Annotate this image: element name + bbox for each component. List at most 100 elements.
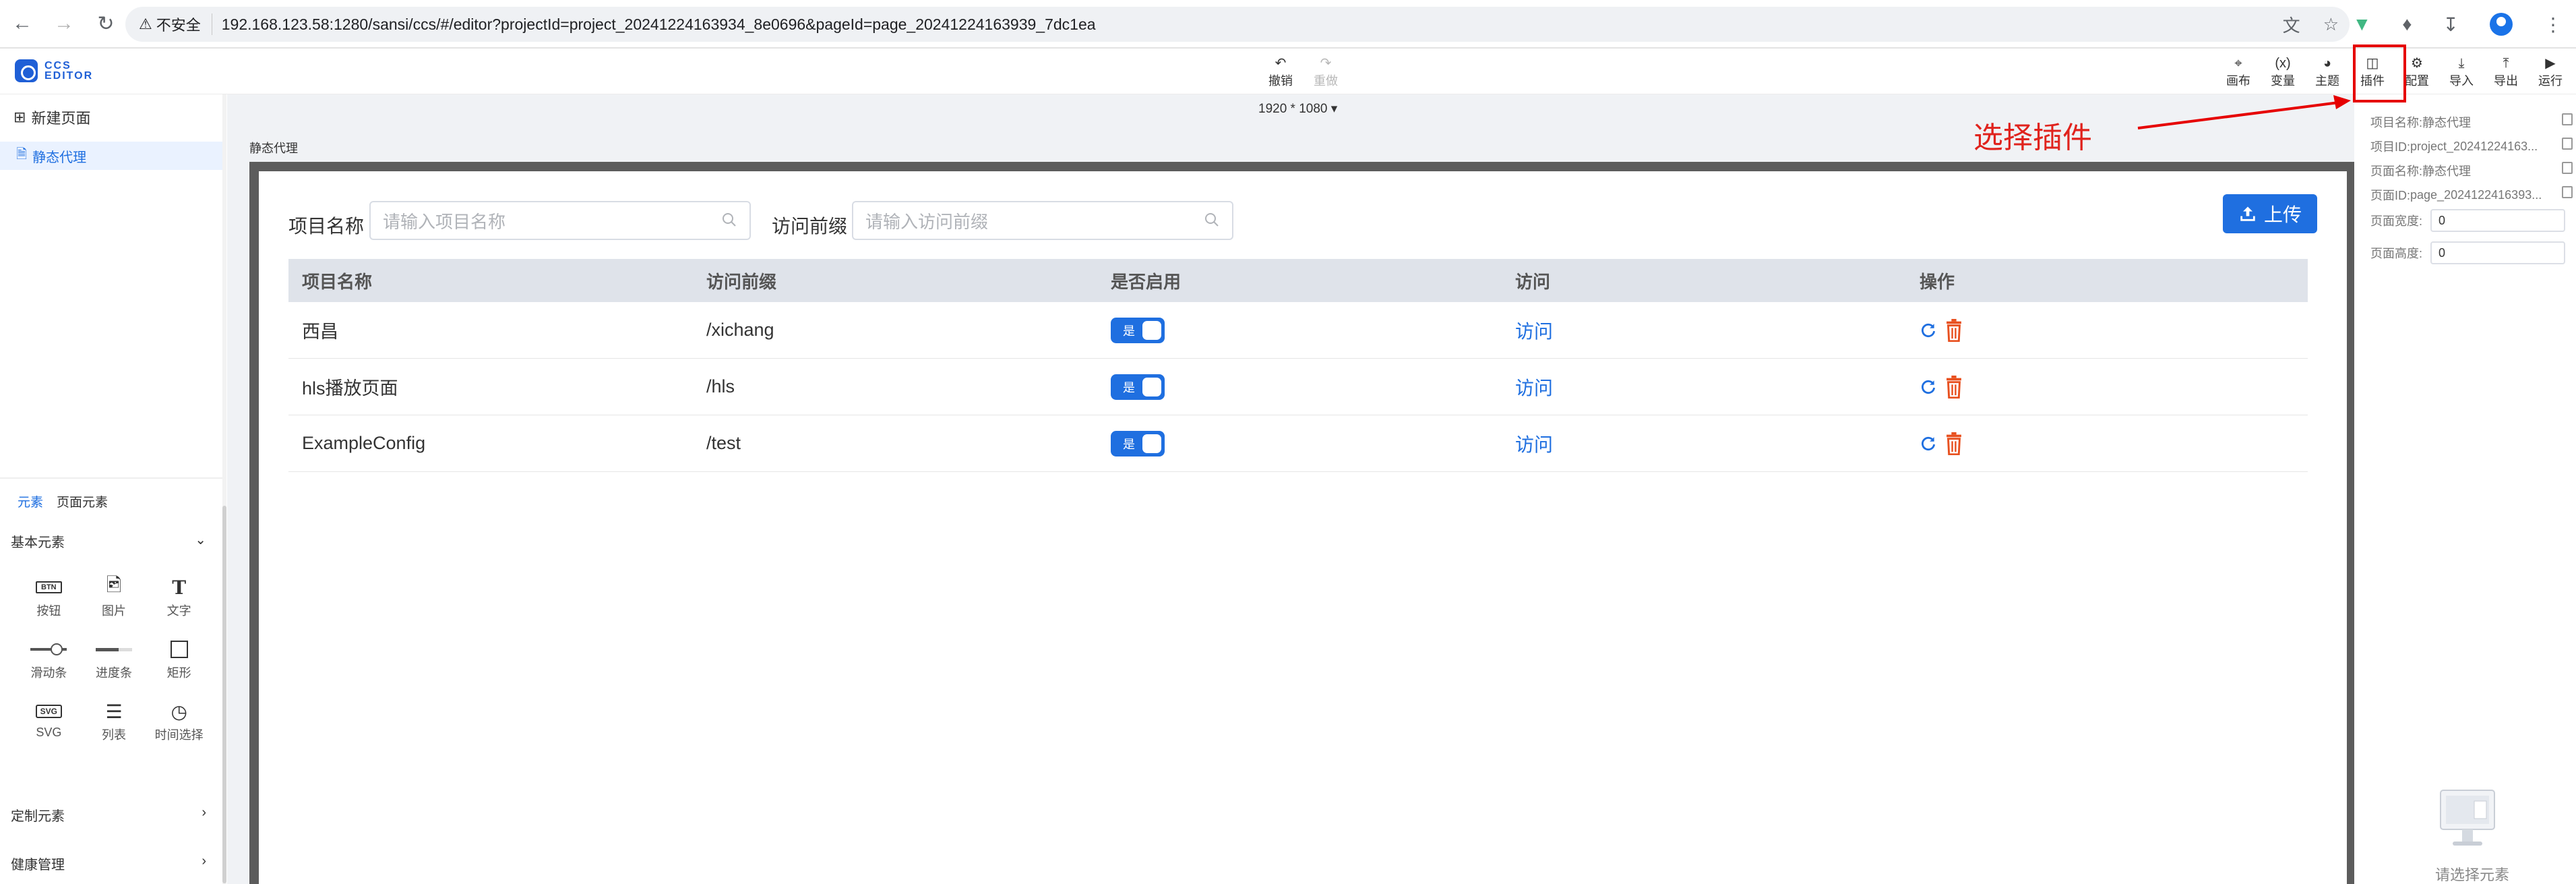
project-name-search-input[interactable]: 请输入项目名称 — [369, 201, 751, 240]
enabled-toggle[interactable]: 是 — [1111, 374, 1165, 400]
element-tabs: 元素 页面元素 — [18, 492, 108, 510]
cell-project-name: ExampleConfig — [302, 433, 426, 453]
caret-down-icon: ▾ — [1330, 102, 1338, 116]
copy-icon[interactable] — [2562, 138, 2573, 150]
run-button[interactable]: ▶ 运行 — [2530, 55, 2571, 89]
element-slider[interactable]: 滑动条 — [16, 638, 82, 681]
upload-label: 上传 — [2263, 204, 2302, 225]
element-button[interactable]: BTN 按钮 — [16, 576, 82, 619]
plugin-highlight-box — [2353, 45, 2406, 102]
group-health-management[interactable]: 健康管理 › — [11, 854, 206, 873]
group-basic-label: 基本元素 — [11, 535, 65, 550]
project-name-placeholder: 请输入项目名称 — [383, 211, 506, 232]
image-icon: 🖻 — [106, 574, 122, 595]
bookmark-star-icon[interactable]: ☆ — [2323, 14, 2339, 35]
forward-icon[interactable]: → — [44, 4, 84, 43]
page-width-input[interactable]: 0 — [2430, 209, 2566, 232]
new-page-label: 新建页面 — [31, 110, 91, 127]
annotation-text: 选择插件 — [1973, 121, 2092, 154]
export-button[interactable]: ⤒ 导出 — [2486, 55, 2526, 89]
visit-link[interactable]: 访问 — [1515, 430, 1553, 457]
canvas-button[interactable]: ⌖ 画布 — [2218, 55, 2259, 89]
enabled-toggle[interactable]: 是 — [1111, 317, 1165, 343]
prop-project-name: 项目名称: 静态代理 — [2370, 113, 2573, 131]
prop-value: 静态代理 — [2422, 165, 2472, 178]
resolution-select[interactable]: 1920 * 1080 ▾ — [1258, 101, 1337, 117]
back-icon[interactable]: ← — [3, 4, 42, 43]
translate-icon[interactable]: 文 — [2283, 12, 2300, 37]
page-item-static-proxy[interactable]: 🗎 静态代理 — [0, 142, 226, 170]
tab-elements[interactable]: 元素 — [18, 492, 43, 510]
prefix-search-input[interactable]: 请输入访问前缀 — [852, 201, 1233, 240]
visit-link[interactable]: 访问 — [1515, 374, 1553, 401]
element-rectangle[interactable]: 矩形 — [146, 638, 212, 681]
scrollbar-thumb[interactable] — [222, 506, 226, 883]
canvas-area: 1920 * 1080 ▾ 静态代理 项目名称 请输入项目名称 访问前缀 请输入… — [227, 94, 2356, 884]
undo-button[interactable]: ↶ 撤销 — [1260, 55, 1301, 89]
header-project-name: 项目名称 — [302, 271, 373, 292]
upload-button[interactable]: 上传 — [2223, 194, 2317, 233]
crop-icon: ⌖ — [2234, 56, 2242, 71]
divider — [0, 477, 226, 479]
prop-value: project_20241224163... — [2410, 139, 2538, 153]
svg-icon: SVG — [35, 705, 62, 718]
redo-button[interactable]: ↷ 重做 — [1306, 55, 1346, 89]
reload-icon[interactable]: ↻ — [86, 4, 125, 43]
browser-menu-icon[interactable]: ⋮ — [2544, 13, 2563, 36]
element-progress[interactable]: 进度条 — [82, 638, 147, 681]
plus-square-icon: ⊞ — [13, 109, 26, 125]
copy-icon[interactable] — [2562, 113, 2573, 125]
visit-link[interactable]: 访问 — [1515, 317, 1553, 344]
prop-label: 页面ID: — [2370, 189, 2411, 202]
table-row: ExampleConfig /test 是 访问 — [288, 415, 2308, 472]
refresh-icon[interactable] — [1920, 378, 1937, 396]
prop-page-height: 页面高度: 0 — [2370, 241, 2566, 264]
element-image[interactable]: 🖻 图片 — [82, 574, 147, 619]
security-indicator[interactable]: ⚠ 不安全 — [139, 13, 212, 35]
variables-button[interactable]: (x) 变量 — [2263, 55, 2303, 89]
prop-label: 项目名称: — [2370, 116, 2423, 129]
slider-icon — [30, 643, 67, 655]
element-list[interactable]: ☰ 列表 — [82, 700, 147, 743]
address-bar[interactable]: ⚠ 不安全 192.168.123.58:1280/sansi/ccs/#/ed… — [125, 7, 2350, 42]
group-custom-label: 定制元素 — [11, 809, 65, 824]
element-time-picker[interactable]: ◷ 时间选择 — [146, 700, 212, 743]
refresh-icon[interactable] — [1920, 435, 1937, 452]
downloads-icon[interactable]: ↧ — [2443, 13, 2459, 36]
group-basic-elements[interactable]: 基本元素 ⌄ — [11, 531, 206, 551]
export-icon: ⤒ — [2503, 56, 2509, 71]
page-height-input[interactable]: 0 — [2430, 241, 2566, 264]
tab-page-elements[interactable]: 页面元素 — [57, 492, 108, 510]
left-sidebar: ⊞ 新建页面 🗎 静态代理 元素 页面元素 基本元素 ⌄ BTN 按钮 🖻 图片 — [0, 94, 226, 884]
vue-extension-icon[interactable]: ▼ — [2353, 13, 2372, 35]
page-caption: 静态代理 — [249, 142, 298, 155]
editor-header: CCS EDITOR ↶ 撤销 ↷ 重做 ⌖ 画布 (x) 变量 ◕ 主题 ◫ … — [0, 49, 2576, 94]
table-row: hls播放页面 /hls 是 访问 — [288, 359, 2308, 415]
url-text[interactable]: 192.168.123.58:1280/sansi/ccs/#/editor?p… — [222, 16, 1096, 34]
element-svg[interactable]: SVG SVG — [16, 700, 82, 743]
logo-line2: EDITOR — [44, 70, 94, 82]
import-button[interactable]: ⤓ 导入 — [2441, 55, 2482, 89]
copy-icon[interactable] — [2562, 186, 2573, 198]
button-icon: BTN — [36, 581, 62, 593]
extensions-icon[interactable]: ♦ — [2402, 13, 2412, 35]
proxy-table: 项目名称 访问前缀 是否启用 访问 操作 西昌 /xichang 是 访问 hl… — [288, 259, 2308, 472]
prop-value: page_2024122416393... — [2410, 187, 2542, 202]
delete-icon[interactable] — [1944, 318, 1964, 342]
delete-icon[interactable] — [1944, 432, 1964, 455]
element-text[interactable]: T 文字 — [146, 576, 212, 619]
browser-toolbar: ← → ↻ ⚠ 不安全 192.168.123.58:1280/sansi/cc… — [0, 0, 2576, 49]
profile-avatar[interactable] — [2490, 13, 2513, 36]
theme-button[interactable]: ◕ 主题 — [2307, 55, 2348, 89]
copy-icon[interactable] — [2562, 162, 2573, 174]
enabled-toggle[interactable]: 是 — [1111, 430, 1165, 456]
clock-icon: ◷ — [171, 701, 187, 722]
delete-icon[interactable] — [1944, 375, 1964, 399]
toggle-label: 是 — [1123, 324, 1135, 338]
group-custom-elements[interactable]: 定制元素 › — [11, 805, 206, 825]
prop-value: 静态代理 — [2422, 116, 2472, 129]
refresh-icon[interactable] — [1920, 322, 1937, 339]
chevron-right-icon: › — [202, 854, 206, 868]
new-page-button[interactable]: ⊞ 新建页面 — [13, 107, 90, 128]
undo-icon: ↶ — [1275, 56, 1287, 71]
